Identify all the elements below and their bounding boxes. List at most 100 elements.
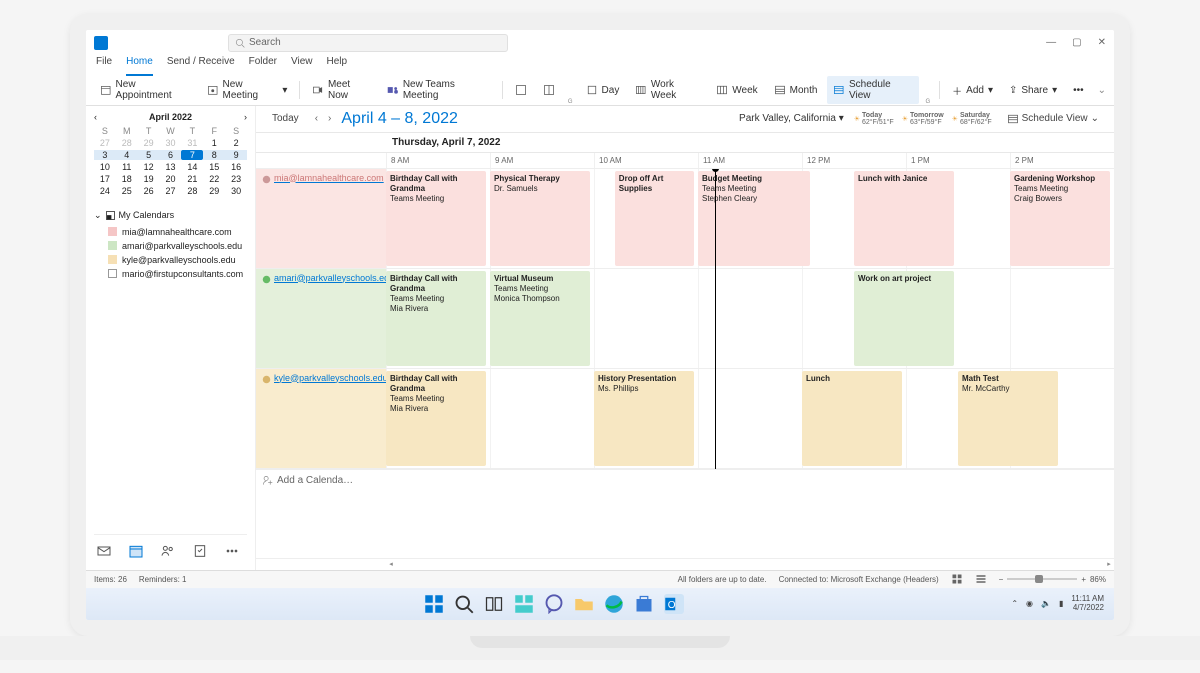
zoom-slider[interactable]: − + 86% xyxy=(999,575,1106,584)
maximize-button[interactable]: ▢ xyxy=(1072,37,1081,48)
day-view-button[interactable]: Day xyxy=(580,81,626,99)
date-picker-day[interactable]: 31 xyxy=(181,138,203,148)
calendar-event[interactable]: Lunch with Janice xyxy=(854,171,954,266)
calendar-event[interactable]: Birthday Call with GrandmaTeams Meeting xyxy=(386,171,486,266)
date-picker-day[interactable]: 7 xyxy=(181,150,203,160)
next-range-button[interactable]: › xyxy=(328,113,331,124)
task-view-icon[interactable] xyxy=(484,594,504,614)
date-picker-day[interactable]: 27 xyxy=(160,186,182,196)
date-picker-day[interactable]: 28 xyxy=(181,186,203,196)
tasks-nav-button[interactable] xyxy=(192,543,208,562)
date-picker-day[interactable]: 15 xyxy=(203,162,225,172)
widgets-icon[interactable] xyxy=(514,594,534,614)
schedule-row-owner[interactable]: mia@lamnahealthcare.com xyxy=(256,169,386,268)
prev-month-button[interactable]: ‹ xyxy=(94,112,97,122)
zoom-in-button[interactable]: + xyxy=(1081,575,1086,584)
calendar-event[interactable]: Gardening WorkshopTeams MeetingCraig Bow… xyxy=(1010,171,1110,266)
more-nav-button[interactable] xyxy=(224,543,240,562)
date-picker-day[interactable]: 27 xyxy=(94,138,116,148)
minimize-button[interactable]: — xyxy=(1046,37,1056,48)
scroll-left-button[interactable]: ◂ xyxy=(386,560,396,568)
date-picker-day[interactable]: 2 xyxy=(225,138,247,148)
volume-icon[interactable]: 🔈 xyxy=(1041,599,1051,608)
calendar-event[interactable]: Birthday Call with GrandmaTeams MeetingM… xyxy=(386,371,486,466)
forecast-day[interactable]: ☀Tomorrow63°F/59°F xyxy=(902,112,944,126)
start-button[interactable] xyxy=(424,594,444,614)
taskbar-search-icon[interactable] xyxy=(454,594,474,614)
ribbon-collapse-icon[interactable]: ⌄ xyxy=(1098,85,1106,96)
date-picker-day[interactable]: 24 xyxy=(94,186,116,196)
add-calendar-row[interactable]: Add a Calenda… xyxy=(256,469,1114,491)
date-picker-day[interactable]: 17 xyxy=(94,174,116,184)
date-picker-day[interactable]: 21 xyxy=(181,174,203,184)
date-picker-day[interactable]: 30 xyxy=(225,186,247,196)
calendar-item[interactable]: mario@firstupconsultants.com xyxy=(94,267,247,281)
menu-tab-folder[interactable]: Folder xyxy=(249,56,277,76)
calendar-item[interactable]: kyle@parkvalleyschools.edu xyxy=(94,253,247,267)
weather-location[interactable]: Park Valley, California ▾ xyxy=(739,113,844,124)
calendar-event[interactable]: Work on art project xyxy=(854,271,954,366)
forecast-day[interactable]: ☀Today62°F/51°F xyxy=(854,112,894,126)
people-nav-button[interactable] xyxy=(160,543,176,562)
week-view-button[interactable]: Week xyxy=(710,81,763,99)
edge-icon[interactable] xyxy=(604,594,624,614)
schedule-row-grid[interactable]: Birthday Call with GrandmaTeams MeetingP… xyxy=(386,169,1114,268)
date-picker-day[interactable]: 11 xyxy=(116,162,138,172)
date-picker-day[interactable]: 22 xyxy=(203,174,225,184)
new-teams-meeting-button[interactable]: New Teams Meeting xyxy=(381,76,496,104)
calendar-item[interactable]: mia@lamnahealthcare.com xyxy=(94,225,247,239)
schedule-row-grid[interactable]: Birthday Call with GrandmaTeams MeetingM… xyxy=(386,269,1114,368)
wifi-icon[interactable]: ◉ xyxy=(1026,599,1033,608)
menu-tab-home[interactable]: Home xyxy=(126,56,153,76)
group-corner-g2[interactable]: G xyxy=(926,99,931,105)
date-picker-day[interactable]: 1 xyxy=(203,138,225,148)
date-picker-month[interactable]: April 2022 xyxy=(149,112,192,122)
date-picker-day[interactable]: 16 xyxy=(225,162,247,172)
calendar-event[interactable]: Math TestMr. McCarthy xyxy=(958,371,1058,466)
chat-icon[interactable] xyxy=(544,594,564,614)
menu-tab-view[interactable]: View xyxy=(291,56,313,76)
file-explorer-icon[interactable] xyxy=(574,594,594,614)
tray-chevron-icon[interactable]: ⌃ xyxy=(1011,599,1018,608)
calendar-event[interactable]: Lunch xyxy=(802,371,902,466)
zoom-out-button[interactable]: − xyxy=(999,575,1004,584)
calendar-event[interactable]: Virtual MuseumTeams MeetingMonica Thomps… xyxy=(490,271,590,366)
new-meeting-button[interactable]: New Meeting ▾ xyxy=(201,76,293,104)
view-list-icon[interactable] xyxy=(975,573,987,585)
next-month-button[interactable]: › xyxy=(244,112,247,122)
my-calendars-toggle[interactable]: ⌄ ■ My Calendars xyxy=(94,210,247,221)
date-picker-day[interactable]: 8 xyxy=(203,150,225,160)
group-corner-g1[interactable]: G xyxy=(568,99,573,105)
date-picker-day[interactable]: 19 xyxy=(138,174,160,184)
calendar-event[interactable]: Birthday Call with GrandmaTeams MeetingM… xyxy=(386,271,486,366)
tray-date[interactable]: 4/7/2022 xyxy=(1071,604,1104,613)
date-picker-day[interactable]: 26 xyxy=(138,186,160,196)
date-picker-day[interactable]: 6 xyxy=(160,150,182,160)
date-picker-day[interactable]: 13 xyxy=(160,162,182,172)
view-grid-icon[interactable] xyxy=(951,573,963,585)
more-options-button[interactable]: ••• xyxy=(1067,82,1090,99)
store-icon[interactable] xyxy=(634,594,654,614)
calendar-event[interactable]: Physical TherapyDr. Samuels xyxy=(490,171,590,266)
schedule-row-owner[interactable]: amari@parkvalleyschools.edu xyxy=(256,269,386,368)
menu-tab-sendreceive[interactable]: Send / Receive xyxy=(167,56,235,76)
date-picker-day[interactable]: 14 xyxy=(181,162,203,172)
battery-icon[interactable]: ▮ xyxy=(1059,599,1063,608)
date-picker-day[interactable]: 28 xyxy=(116,138,138,148)
meet-now-button[interactable]: Meet Now xyxy=(306,76,377,104)
date-picker-day[interactable]: 20 xyxy=(160,174,182,184)
date-picker-day[interactable]: 29 xyxy=(203,186,225,196)
today-button[interactable]: Today xyxy=(266,111,305,126)
calendar-event[interactable]: History PresentationMs. Phillips xyxy=(594,371,694,466)
date-picker-day[interactable]: 23 xyxy=(225,174,247,184)
new-appointment-button[interactable]: New Appointment xyxy=(94,76,197,104)
mail-nav-button[interactable] xyxy=(96,543,112,562)
calendar-item[interactable]: amari@parkvalleyschools.edu xyxy=(94,239,247,253)
schedule-view-dropdown[interactable]: Schedule View ⌄ xyxy=(1002,111,1104,127)
add-button[interactable]: ＋Add▾ xyxy=(946,80,999,101)
search-box[interactable]: Search xyxy=(228,34,508,52)
prev-range-button[interactable]: ‹ xyxy=(315,113,318,124)
date-picker-day[interactable]: 30 xyxy=(160,138,182,148)
horizontal-scrollbar[interactable]: ◂ ▸ xyxy=(256,558,1114,570)
date-picker-day[interactable]: 12 xyxy=(138,162,160,172)
